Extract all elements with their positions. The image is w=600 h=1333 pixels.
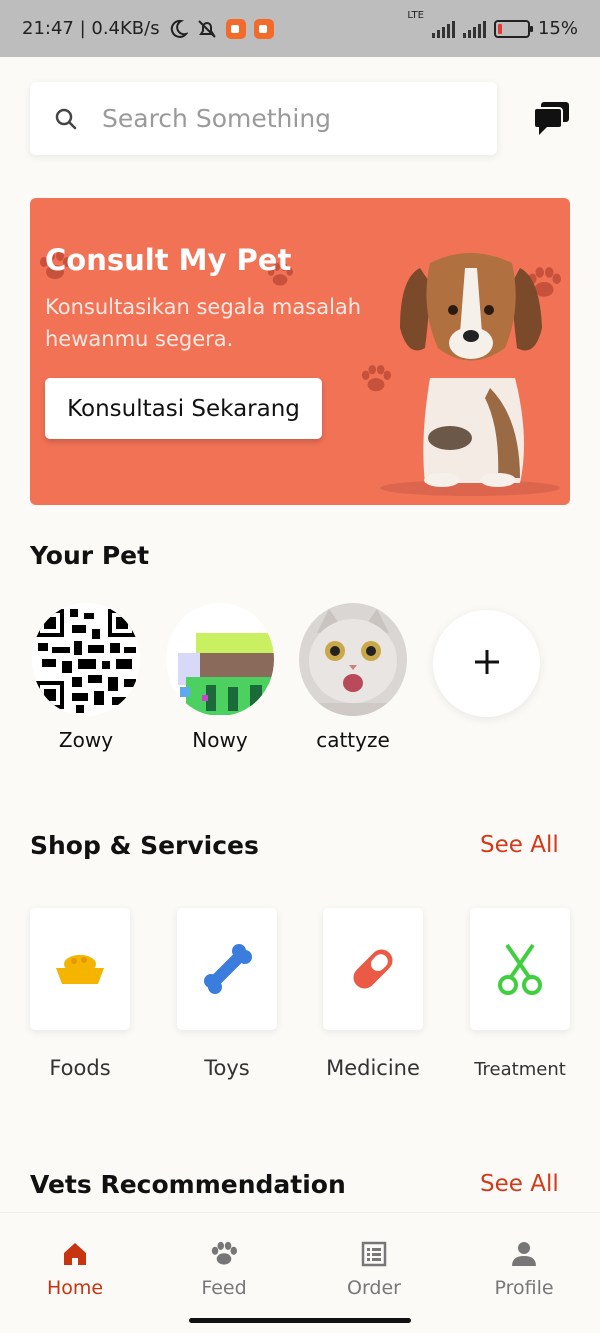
consult-now-button[interactable]: Konsultasi Sekarang <box>45 378 322 439</box>
qr-pattern-image <box>32 603 140 716</box>
shop-item-medicine[interactable] <box>323 908 423 1030</box>
nav-profile[interactable]: Profile <box>464 1241 584 1299</box>
nav-home[interactable]: Home <box>15 1241 135 1299</box>
bell-off-icon <box>197 19 216 38</box>
signal-icon <box>462 20 486 38</box>
search-bar[interactable] <box>30 82 497 155</box>
pet-avatar <box>299 603 407 716</box>
status-time: 21:47 | 0.4KB/s <box>22 18 160 39</box>
shop-item-label: Toys <box>204 1056 250 1080</box>
home-indicator <box>189 1318 411 1323</box>
pet-name: Zowy <box>58 728 114 752</box>
add-pet-button[interactable] <box>433 610 540 717</box>
shop-item-label: Medicine <box>326 1056 420 1080</box>
battery-percent: 15% <box>537 18 578 39</box>
vets-see-all-link[interactable]: See All <box>480 1171 559 1197</box>
nav-feed[interactable]: Feed <box>164 1241 284 1299</box>
bottom-nav: Home Feed Order Profile <box>0 1212 600 1333</box>
puppy-image <box>380 253 560 496</box>
moon-icon <box>170 19 188 38</box>
chat-icon[interactable] <box>531 100 571 140</box>
scissors-icon <box>498 943 542 995</box>
nav-order[interactable]: Order <box>314 1241 434 1299</box>
pill-icon <box>353 949 393 989</box>
search-input[interactable] <box>102 104 462 133</box>
banner-subtitle: Konsultasikan segala masalah hewanmu seg… <box>45 295 362 351</box>
pet-item[interactable]: Nowy <box>166 603 274 752</box>
pixel-house-image <box>166 603 274 716</box>
signal-icon <box>431 20 455 38</box>
vets-recommendation-title: Vets Recommendation <box>30 1170 346 1199</box>
video-app-icon <box>253 18 274 39</box>
shop-item-treatment[interactable] <box>470 908 570 1030</box>
battery-icon <box>493 19 533 38</box>
shop-item-toys[interactable] <box>177 908 277 1030</box>
shop-item-label: Treatment <box>474 1059 566 1080</box>
search-icon <box>55 108 77 129</box>
your-pet-title: Your Pet <box>30 541 150 570</box>
pet-avatar <box>32 603 140 716</box>
list-icon <box>361 1241 387 1267</box>
pet-name: cattyze <box>316 728 390 752</box>
network-label: LTE <box>407 10 424 21</box>
home-icon <box>64 1243 86 1265</box>
paw-icon <box>211 1241 237 1265</box>
shop-see-all-link[interactable]: See All <box>480 832 559 858</box>
video-app-icon <box>225 18 246 39</box>
shop-item-foods[interactable] <box>30 908 130 1030</box>
shop-services-title: Shop & Services <box>30 831 259 860</box>
food-bowl-icon <box>56 955 104 984</box>
bone-icon <box>204 944 252 994</box>
plus-icon <box>474 650 499 674</box>
pet-item[interactable]: cattyze <box>299 603 407 752</box>
nav-label: Home <box>46 1277 104 1299</box>
pet-name: Nowy <box>192 728 248 752</box>
nav-label: Profile <box>494 1277 554 1299</box>
nav-label: Feed <box>201 1277 247 1299</box>
pet-item[interactable]: Zowy <box>32 603 140 752</box>
nav-label: Order <box>347 1277 401 1299</box>
consult-banner: Consult My Pet Konsultasikan segala masa… <box>30 198 570 505</box>
status-bar: 21:47 | 0.4KB/s LTE 15% <box>0 0 600 57</box>
pet-avatar <box>166 603 274 716</box>
cat-photo-image <box>299 603 407 716</box>
person-icon <box>512 1242 536 1266</box>
shop-item-label: Foods <box>49 1056 111 1080</box>
banner-title: Consult My Pet <box>45 243 292 277</box>
